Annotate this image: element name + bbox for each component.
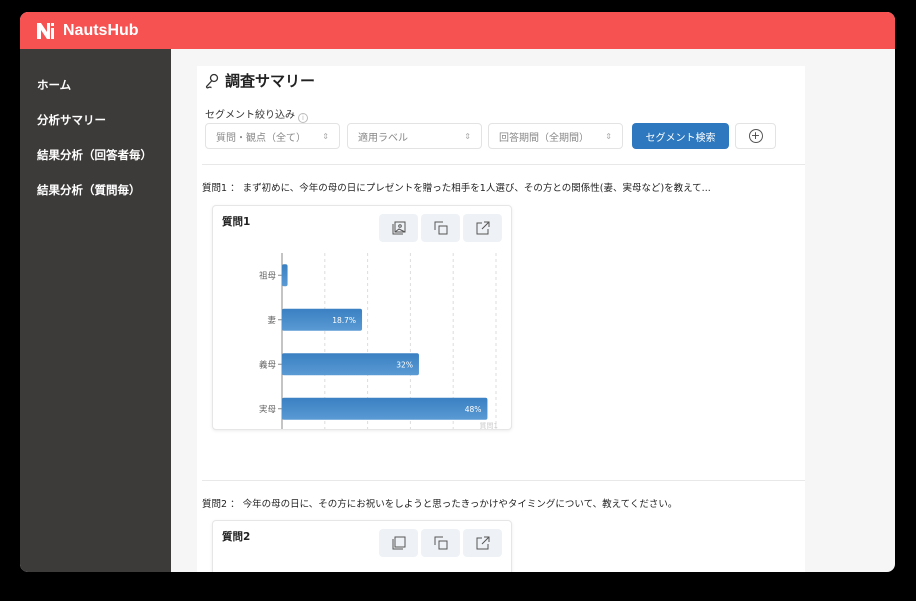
open-external-button[interactable] — [463, 529, 502, 557]
segment-label: セグメント絞り込み i — [205, 106, 308, 123]
label-filter-value: 適用ラベル — [358, 132, 408, 144]
bar-chart: 祖母妻 18.7% 義母 32% 実母 48% 質問1 — [259, 253, 498, 430]
sidebar-item-by-question[interactable]: 結果分析（質問毎） — [20, 172, 171, 207]
label-filter-select[interactable]: 適用ラベル ⇕ — [347, 123, 482, 149]
add-segment-button[interactable]: + — [735, 123, 776, 149]
external-link-icon — [476, 536, 489, 550]
question-filter-select[interactable]: 質問・観点（全て） ⇕ — [205, 123, 340, 149]
y-tick-label: 実母 — [259, 404, 276, 415]
chevron-updown-icon: ⇕ — [464, 131, 471, 141]
copy-button[interactable] — [421, 529, 460, 557]
data-label: 32% — [396, 360, 413, 369]
period-filter-select[interactable]: 回答期間（全期間） ⇕ — [488, 123, 623, 149]
image-icon — [392, 221, 405, 235]
sidebar-item-summary[interactable]: 分析サマリー — [20, 102, 171, 137]
bar — [282, 264, 288, 287]
header: NautsHub — [20, 12, 895, 49]
card-title: 質問1 — [222, 216, 251, 228]
question-filter-value: 質問・観点（全て） — [216, 132, 306, 144]
page-title-text: 調査サマリー — [225, 72, 316, 90]
app-window: NautsHub ホーム 分析サマリー 結果分析（回答者毎） 結果分析（質問毎）… — [20, 12, 895, 572]
divider — [202, 164, 805, 165]
sidebar-item-home[interactable]: ホーム — [20, 67, 171, 102]
data-label: 18.7% — [332, 316, 356, 325]
bar — [282, 397, 488, 420]
plus-circle-icon: + — [748, 129, 763, 143]
main-panel: 調査サマリー セグメント絞り込み i 質問・観点（全て） ⇕ 適用ラベル ⇕ 回答期間… — [197, 66, 805, 572]
chevron-updown-icon: ⇕ — [605, 131, 612, 141]
y-tick-label: 義母 — [259, 359, 276, 370]
question-1-card: 質問1 祖母妻 18.7% 義母 32% 実母 48% 質問1 — [212, 205, 512, 430]
question-2-card: 質問2 — [212, 520, 512, 572]
info-icon[interactable]: i — [298, 113, 308, 123]
segment-search-button[interactable]: セグメント検索 — [632, 123, 729, 149]
chart-watermark: 質問1 — [480, 421, 498, 430]
external-link-icon — [476, 221, 489, 235]
segment-label-text: セグメント絞り込み — [205, 110, 295, 121]
save-image-button[interactable] — [379, 214, 418, 242]
copy-icon — [434, 221, 447, 235]
sidebar-item-by-respondent[interactable]: 結果分析（回答者毎） — [20, 137, 171, 172]
question-1-text: 質問1 ： まず初めに、今年の母の日にプレゼントを贈った相手を1人選び、その方と… — [202, 183, 711, 194]
sidebar: ホーム 分析サマリー 結果分析（回答者毎） 結果分析（質問毎） — [20, 49, 171, 572]
divider — [202, 480, 805, 481]
card-title: 質問2 — [222, 531, 251, 543]
app-name: NautsHub — [63, 21, 139, 39]
copy-button[interactable] — [421, 214, 460, 242]
page-title: 調査サマリー — [205, 70, 315, 91]
period-filter-value: 回答期間（全期間） — [499, 132, 589, 144]
nautshub-logo-icon — [37, 22, 54, 39]
copy-icon — [434, 536, 447, 550]
microphone-icon — [205, 73, 219, 88]
image-icon — [392, 536, 405, 550]
save-image-button[interactable] — [379, 529, 418, 557]
open-external-button[interactable] — [463, 214, 502, 242]
question-2-text: 質問2 ： 今年の母の日に、その方にお祝いをしようと思ったきっかけやタイミングに… — [202, 499, 678, 510]
y-tick-label: 妻 — [267, 315, 276, 326]
data-label: 48% — [465, 405, 482, 414]
y-tick-label: 祖母 — [259, 270, 276, 281]
chevron-updown-icon: ⇕ — [322, 131, 329, 141]
